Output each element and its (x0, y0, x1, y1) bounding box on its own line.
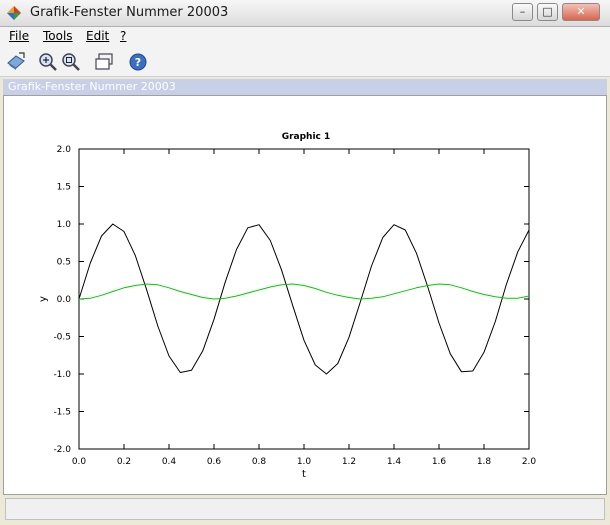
x-tick-label: 1.2 (342, 457, 356, 467)
x-tick-label: 1.6 (432, 457, 447, 467)
menu-bar: File Tools Edit ? (0, 27, 610, 47)
close-button[interactable]: ✕ (562, 3, 600, 21)
maximize-button[interactable]: □ (537, 3, 558, 21)
menu-file[interactable]: File (9, 29, 29, 43)
y-axis-label: y (38, 296, 49, 302)
x-axis-ticks: 0.0 0.2 0.4 0.6 0.8 1.0 1.2 1.4 1.6 1.8 2.0 (72, 149, 537, 467)
y-tick-label: -1.5 (53, 408, 71, 418)
panel-header: Grafik-Fenster Nummer 20003 (3, 79, 607, 95)
series-line-1 (78, 223, 530, 375)
x-axis-label: t (302, 469, 306, 480)
x-tick-label: 1.8 (477, 457, 492, 467)
menu-help[interactable]: ? (120, 29, 126, 43)
series-layer (78, 223, 530, 375)
status-bar (5, 498, 605, 520)
app-icon (7, 6, 21, 20)
x-tick-label: 0.4 (162, 457, 177, 467)
x-tick-label: 2.0 (522, 457, 537, 467)
zoom-reset-icon[interactable] (60, 51, 82, 73)
svg-text:?: ? (135, 56, 141, 69)
y-tick-label: 1.0 (57, 220, 72, 230)
window-title: Grafik-Fenster Nummer 20003 (30, 5, 229, 20)
y-tick-label: 1.5 (57, 183, 71, 193)
x-tick-label: 1.4 (387, 457, 402, 467)
y-tick-label: -0.5 (53, 333, 71, 343)
plot-area[interactable]: Graphic 1 0.0 0.2 0.4 0.6 0.8 1.0 1.2 1.4 1.6 1.8… (3, 95, 607, 495)
chart-title: Graphic 1 (282, 132, 331, 142)
x-tick-label: 1.0 (297, 457, 312, 467)
help-icon[interactable]: ? (127, 51, 149, 73)
y-tick-label: 2.0 (57, 145, 72, 155)
series-line-2 (78, 283, 530, 300)
chart[interactable]: Graphic 1 0.0 0.2 0.4 0.6 0.8 1.0 1.2 1.4 1.6 1.8… (4, 96, 606, 494)
y-tick-label: -2.0 (53, 445, 71, 455)
toolbar: ? (0, 47, 610, 77)
rotate-icon[interactable] (5, 51, 27, 73)
window-titlebar: Grafik-Fenster Nummer 20003 – □ ✕ (0, 0, 610, 27)
y-tick-label: 0.0 (57, 295, 72, 305)
window-icon[interactable] (93, 51, 115, 73)
minimize-button[interactable]: – (512, 3, 533, 21)
menu-edit[interactable]: Edit (86, 29, 109, 43)
y-tick-label: 0.5 (57, 258, 71, 268)
menu-tools[interactable]: Tools (43, 29, 73, 43)
x-tick-label: 0.0 (72, 457, 87, 467)
x-tick-label: 0.8 (252, 457, 267, 467)
zoom-in-icon[interactable] (37, 51, 59, 73)
x-tick-label: 0.6 (207, 457, 222, 467)
x-tick-label: 0.2 (117, 457, 131, 467)
plot-frame (78, 148, 530, 450)
panel-title: Grafik-Fenster Nummer 20003 (8, 80, 176, 93)
y-tick-label: -1.0 (53, 370, 71, 380)
